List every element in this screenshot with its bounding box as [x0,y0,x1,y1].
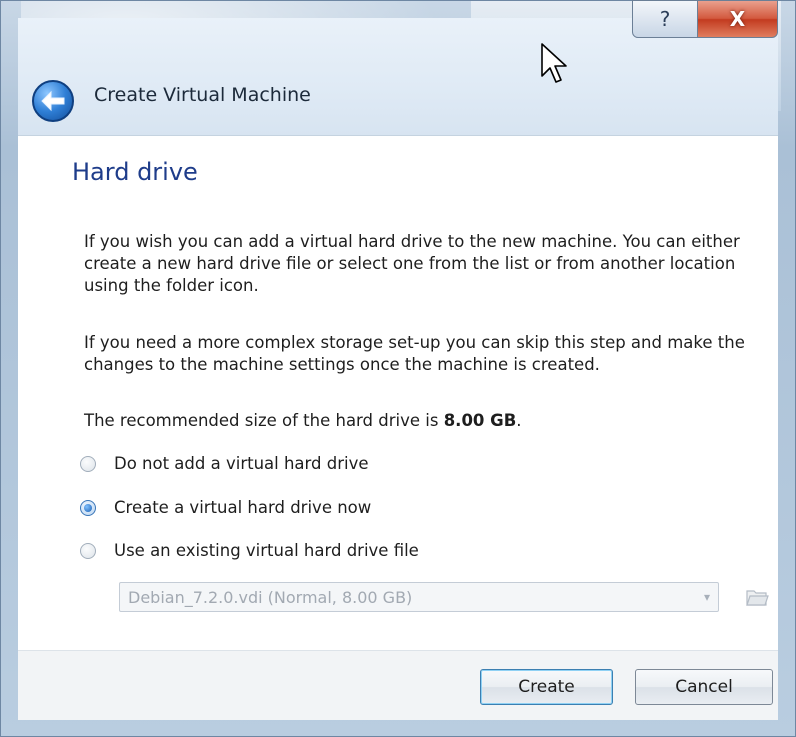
option-create-drive-label: Create a virtual hard drive now [114,498,372,517]
wizard-page: Hard drive If you wish you can add a vir… [18,135,778,651]
mouse-pointer-icon [541,43,567,83]
radio-no-drive[interactable] [80,455,96,472]
chevron-down-icon[interactable]: ▾ [696,590,718,604]
back-button[interactable] [32,80,74,122]
radio-existing-drive[interactable] [80,542,96,559]
cancel-button[interactable]: Cancel [635,669,773,705]
help-button[interactable]: ? [632,0,698,38]
choose-file-button[interactable] [742,584,772,610]
create-button[interactable]: Create [480,669,613,705]
existing-file-select[interactable]: Debian_7.2.0.vdi (Normal, 8.00 GB) ▾ [119,582,719,612]
close-button[interactable]: X [698,0,778,38]
back-arrow-icon [41,90,65,112]
storage-paragraph: If you need a more complex storage set-u… [84,333,745,374]
option-create-drive[interactable]: Create a virtual hard drive now [80,498,371,517]
radio-create-drive[interactable] [80,499,96,516]
folder-icon [746,590,769,606]
recommended-size-value: 8.00 GB [443,411,517,430]
recommended-prefix: The recommended size of the hard drive i… [84,411,444,430]
page-title: Hard drive [72,158,198,186]
caption-buttons: ? X [632,0,778,38]
existing-file-value: Debian_7.2.0.vdi (Normal, 8.00 GB) [128,587,413,607]
intro-paragraph: If you wish you can add a virtual hard d… [84,232,740,295]
recommended-size-text: The recommended size of the hard drive i… [84,410,774,432]
recommended-suffix: . [516,411,522,430]
window-title: Create Virtual Machine [94,84,311,106]
button-bar: Create Cancel [18,650,778,720]
option-existing-drive-label: Use an existing virtual hard drive file [114,541,419,560]
option-no-drive[interactable]: Do not add a virtual hard drive [80,454,369,473]
option-no-drive-label: Do not add a virtual hard drive [114,454,369,473]
option-existing-drive[interactable]: Use an existing virtual hard drive file [80,541,419,560]
